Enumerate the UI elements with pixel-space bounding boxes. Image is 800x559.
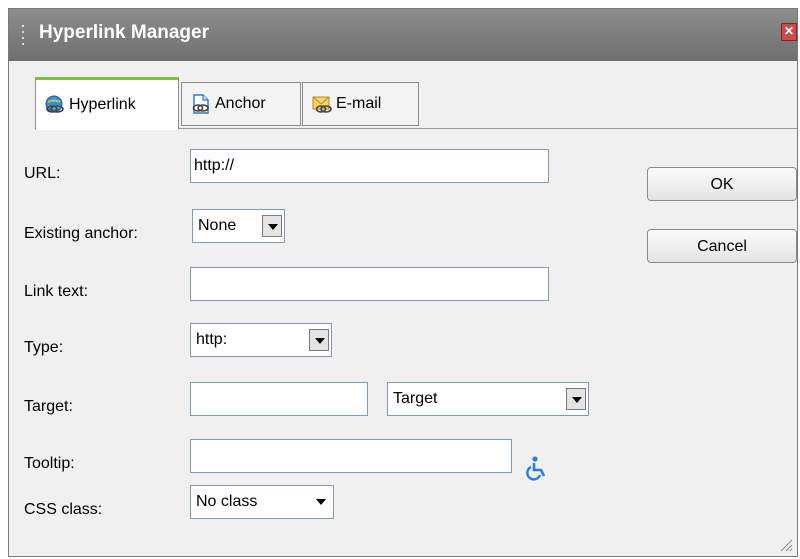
target-input[interactable]	[190, 382, 368, 416]
target-label: Target:	[24, 398, 73, 415]
type-value: http:	[196, 331, 228, 348]
envelope-link-icon	[312, 96, 332, 113]
resize-grip-icon[interactable]	[779, 538, 793, 552]
tab-hyperlink[interactable]: Hyperlink	[35, 77, 179, 130]
url-input[interactable]: http://	[190, 149, 549, 183]
link-text-input[interactable]	[190, 267, 549, 301]
css-class-label: CSS class:	[24, 501, 103, 518]
existing-anchor-label: Existing anchor:	[24, 225, 138, 242]
chevron-down-icon[interactable]	[566, 388, 586, 410]
tab-email[interactable]: E-mail	[302, 82, 419, 126]
tooltip-label: Tooltip:	[24, 455, 75, 472]
dialog-title: Hyperlink Manager	[39, 22, 209, 43]
url-label: URL:	[24, 165, 61, 182]
drag-grip-icon[interactable]	[21, 23, 25, 47]
accessibility-icon[interactable]	[524, 455, 550, 481]
target-select[interactable]: Target	[387, 382, 589, 416]
title-bar[interactable]: Hyperlink Manager ✕	[9, 9, 797, 61]
globe-link-icon	[45, 95, 64, 113]
tab-email-label: E-mail	[336, 95, 382, 112]
type-label: Type:	[24, 339, 64, 356]
existing-anchor-value: None	[198, 217, 237, 234]
tab-anchor-label: Anchor	[215, 95, 266, 112]
chevron-down-icon[interactable]	[309, 329, 329, 351]
type-select[interactable]: http:	[190, 323, 332, 357]
hyperlink-manager-dialog: Hyperlink Manager ✕ Hyperlink Anchor E-m…	[8, 8, 798, 557]
existing-anchor-select[interactable]: None	[192, 209, 285, 243]
css-class-select[interactable]: No class	[190, 485, 334, 519]
close-button[interactable]: ✕	[781, 23, 797, 41]
chevron-down-icon[interactable]	[311, 491, 331, 513]
link-text-label: Link text:	[24, 283, 89, 300]
tab-bar: Hyperlink Anchor E-mail	[9, 61, 797, 130]
target-select-value: Target	[393, 390, 438, 407]
tooltip-input[interactable]	[190, 439, 512, 473]
tab-anchor[interactable]: Anchor	[181, 82, 301, 126]
chevron-down-icon[interactable]	[262, 215, 282, 237]
page-anchor-icon	[192, 94, 209, 114]
ok-button[interactable]: OK	[647, 167, 797, 201]
tab-hyperlink-label: Hyperlink	[69, 95, 136, 113]
css-class-value: No class	[196, 493, 258, 510]
cancel-button[interactable]: Cancel	[647, 229, 797, 263]
